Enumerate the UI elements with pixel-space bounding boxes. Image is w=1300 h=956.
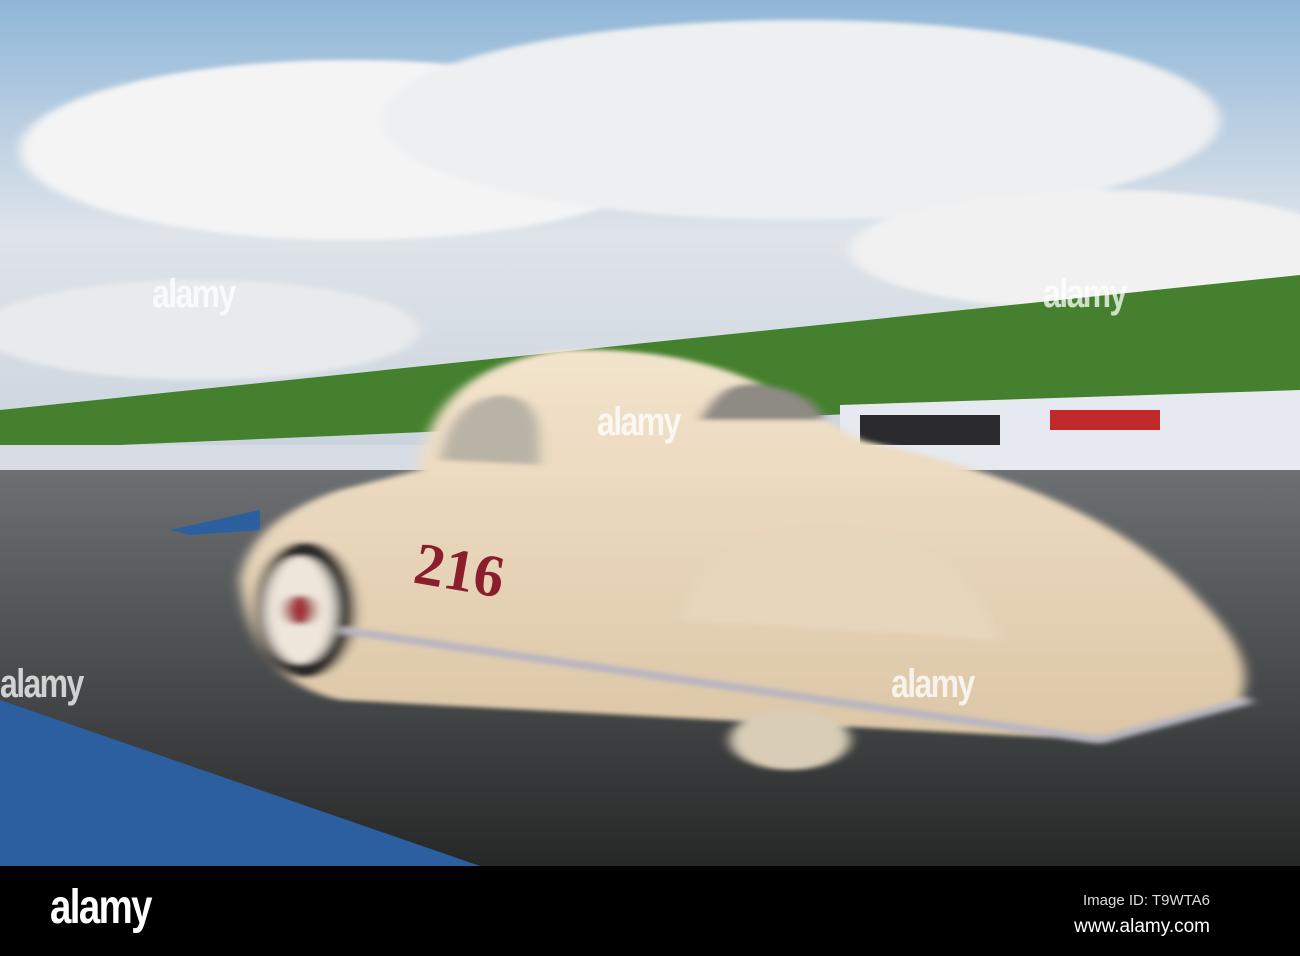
image-id: Image ID: T9WTA6	[1083, 892, 1210, 909]
site-url[interactable]: www.alamy.com	[1074, 916, 1210, 938]
watermark: alamy	[0, 662, 84, 706]
watermark: alamy	[152, 272, 236, 316]
watermark: alamy	[597, 400, 681, 444]
footer-bar: alamy Image ID: T9WTA6 www.alamy.com	[0, 866, 1300, 956]
alamy-logo: alamy	[50, 881, 152, 934]
watermark: alamy	[891, 662, 975, 706]
watermark: alamy	[1043, 272, 1127, 316]
race-car-photo: 216 alamy alamy alamy alamy alamy	[0, 0, 1300, 866]
